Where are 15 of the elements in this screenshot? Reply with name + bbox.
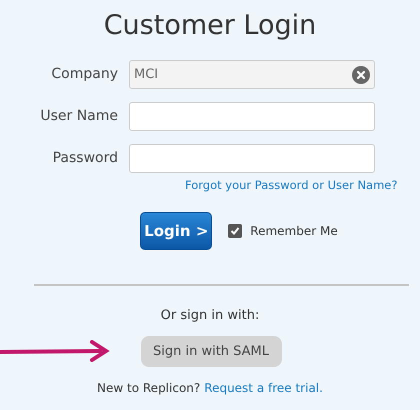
field-label: Password [52,149,118,168]
input-field[interactable] [129,144,375,173]
saml-button[interactable]: Sign in with SAML [140,336,282,367]
forgot-link[interactable]: Forgot your Password or User Name? [185,177,398,194]
page-title: Customer Login [104,9,316,43]
login-button[interactable]: Login > [140,212,212,250]
remember-checkbox[interactable] [228,224,242,238]
field-label: User Name [39,107,118,126]
footer-text: New to Replicon? [97,380,200,397]
field-label: Company [50,65,118,84]
check-icon [230,226,240,236]
remember-label: Remember Me [250,223,338,240]
trial-link[interactable]: Request a free trial. [204,378,323,397]
alt-heading: Or sign in with: [160,307,260,326]
input-field[interactable] [129,102,375,131]
